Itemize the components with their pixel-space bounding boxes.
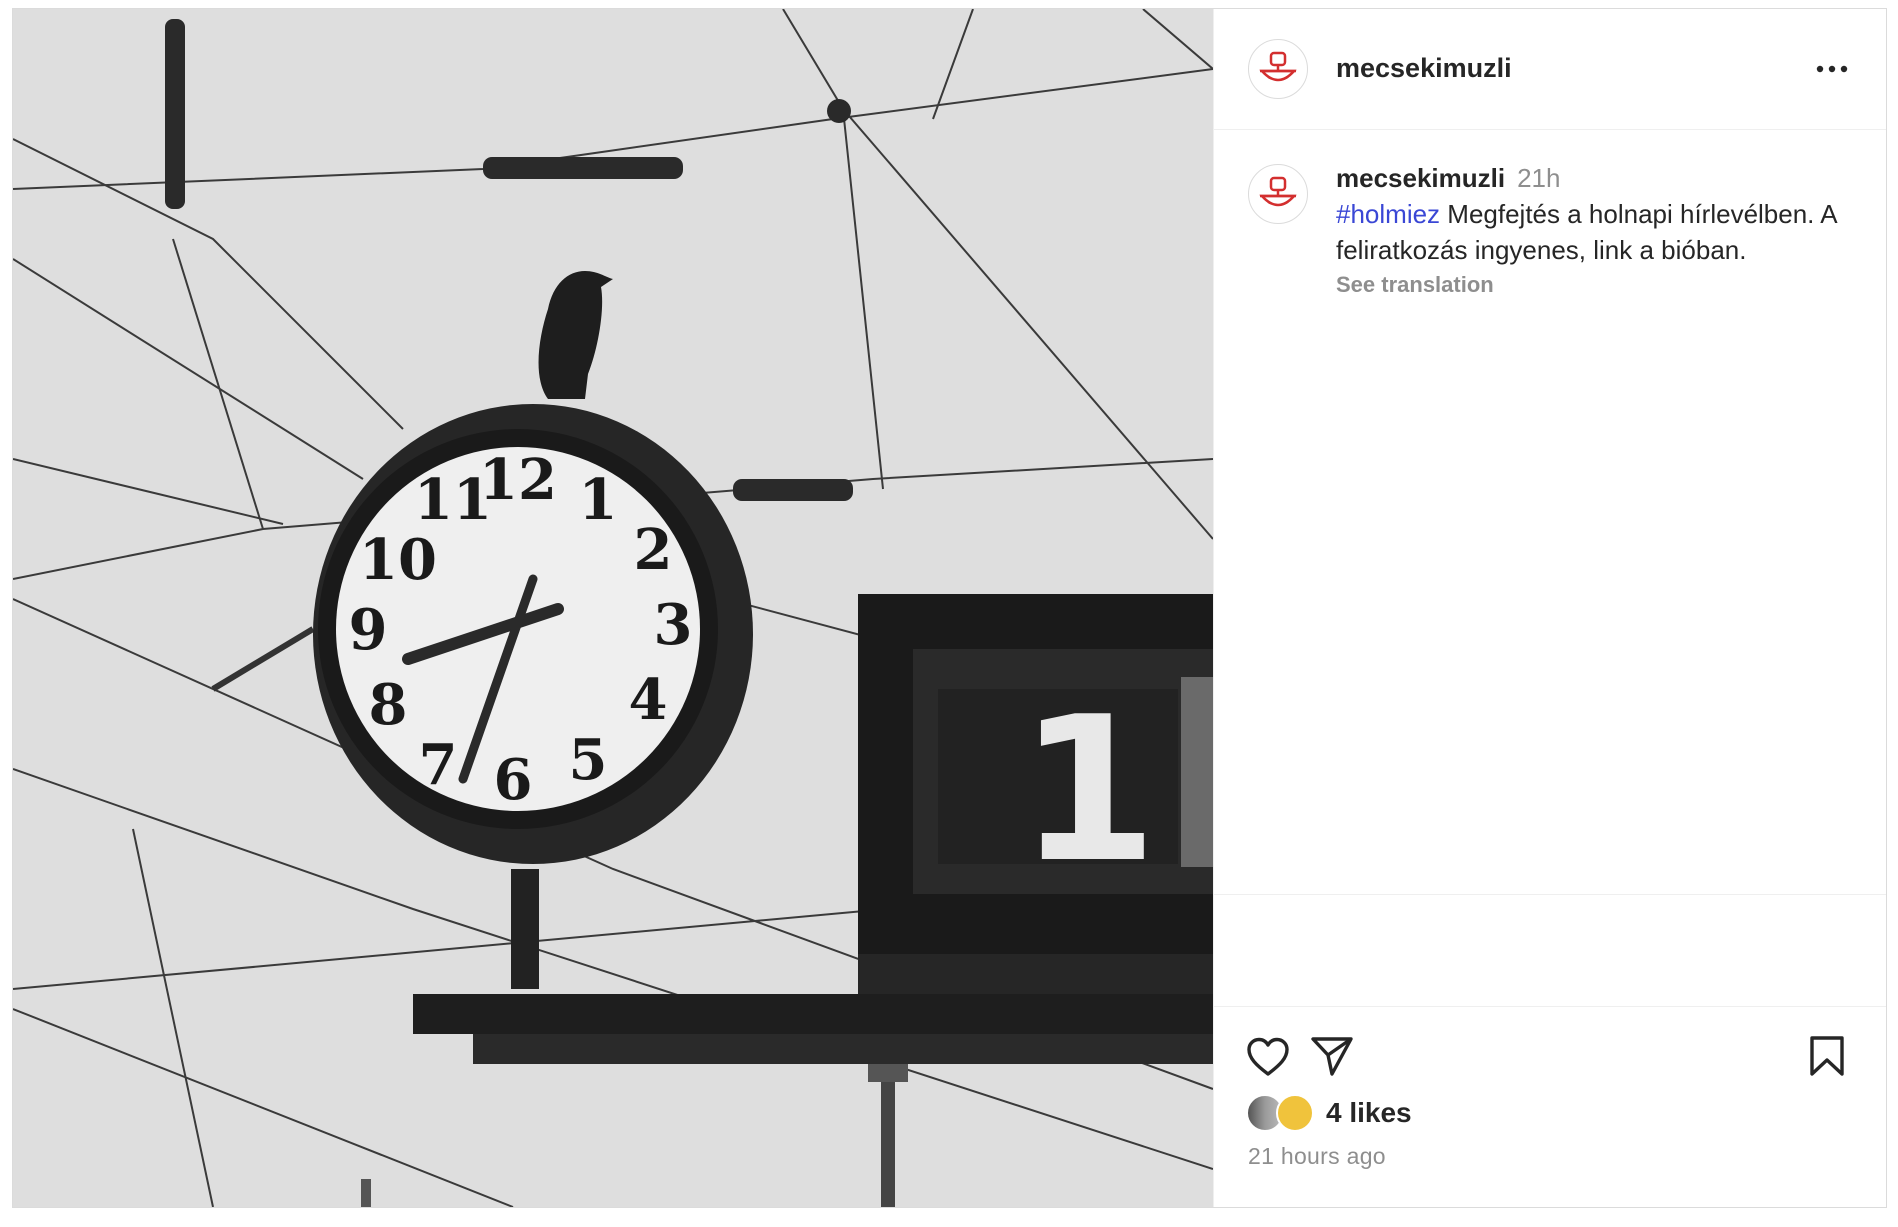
caption-avatar[interactable] [1248,164,1308,224]
post-header: mecsekimuzli [1214,9,1886,130]
post-photo[interactable]: 12 1 2 3 4 5 6 7 8 9 10 11 1 [13,9,1213,1207]
platform-number: 1 [1018,674,1157,907]
share-button[interactable] [1310,1035,1354,1082]
bowl-fist-logo-icon [1259,176,1297,207]
bookmark-icon [1810,1036,1844,1076]
save-button[interactable] [1808,1035,1846,1082]
bowl-fist-logo-icon [1259,51,1297,82]
more-options-button[interactable] [1812,49,1852,89]
hashtag-link[interactable]: #holmiez [1336,199,1440,229]
more-horizontal-icon [1816,65,1848,73]
clock-numeral-4: 4 [629,667,668,733]
clock-numeral-1: 1 [579,467,618,533]
clock-numeral-10: 10 [359,527,437,593]
likes-row: 4 likes [1246,1091,1412,1135]
post-timestamp[interactable]: 21 hours ago [1248,1143,1386,1170]
heart-icon [1247,1037,1289,1076]
post-author-username[interactable]: mecsekimuzli [1336,53,1512,84]
send-icon [1311,1037,1353,1076]
clock-numeral-3: 3 [654,592,693,658]
clock-numeral-2: 2 [634,517,673,583]
post-sidebar: mecsekimuzli mecsekimuzli 21h #holmiez M… [1213,9,1886,1207]
clock-numeral-11: 11 [414,467,492,533]
like-button[interactable] [1246,1037,1290,1082]
post-caption: mecsekimuzli 21h #holmiez Megfejtés a hol… [1214,130,1886,895]
likes-count[interactable]: 4 likes [1326,1097,1412,1129]
clock-numeral-7: 7 [419,732,458,798]
liker-avatar[interactable] [1276,1094,1314,1132]
clock-numeral-8: 8 [369,672,408,738]
caption-timestamp: 21h [1517,163,1561,193]
caption-body: mecsekimuzli 21h #holmiez Megfejtés a hol… [1336,160,1856,300]
post-card: 12 1 2 3 4 5 6 7 8 9 10 11 1 mecsekimuzl… [12,8,1887,1208]
clock-numeral-5: 5 [569,727,608,793]
photo-clock-bird: 12 1 2 3 4 5 6 7 8 9 10 11 1 [13,9,1213,1207]
clock-numeral-9: 9 [349,597,388,663]
profile-avatar[interactable] [1248,39,1308,99]
clock-numeral-6: 6 [494,747,533,813]
caption-username[interactable]: mecsekimuzli [1336,163,1505,193]
see-translation-link[interactable]: See translation [1336,270,1856,300]
